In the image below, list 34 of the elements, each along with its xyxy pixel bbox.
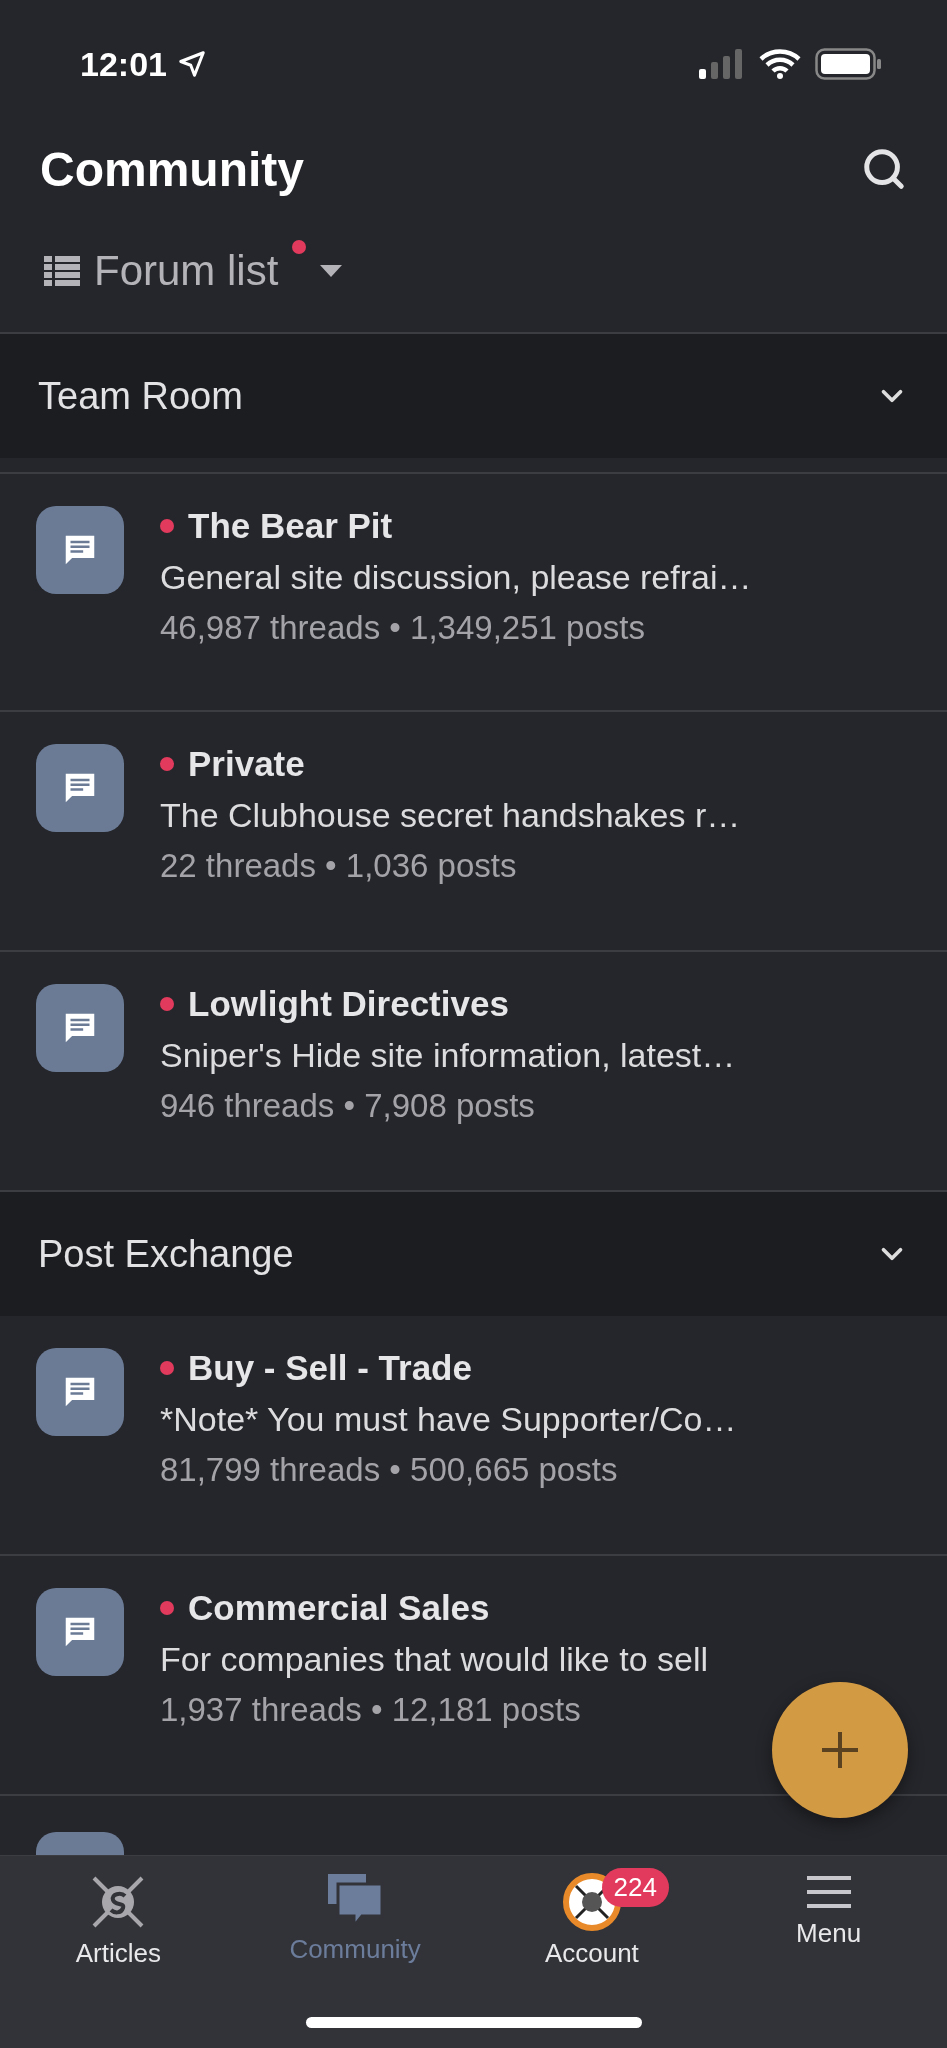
page-title: Community	[40, 141, 304, 197]
signal-icon	[699, 49, 745, 79]
section-title: Team Room	[38, 374, 243, 418]
tab-bar-item[interactable]: Menu	[710, 1856, 947, 1976]
notification-badge: 224	[601, 1868, 669, 1907]
search-icon[interactable]	[861, 146, 907, 192]
caret-icon	[320, 265, 343, 277]
forum-stats: 946 threads • 7,908 posts	[160, 1087, 536, 1125]
forum-title[interactable]: Commercial Sales	[188, 1588, 490, 1628]
forum-description: The Clubhouse secret handshakes r…	[160, 796, 741, 835]
forum-description: For companies that would like to sell	[160, 1640, 709, 1679]
section-header[interactable]: Team Room	[0, 334, 947, 458]
tab-bar-item[interactable]: Articles	[0, 1856, 237, 1976]
forum-title[interactable]: Private	[188, 744, 305, 784]
forum-list-dropdown[interactable]: Forum list	[94, 247, 279, 295]
forum-stats: 81,799 threads • 500,665 posts	[160, 1451, 619, 1489]
forum-stats: 1,937 threads • 12,181 posts	[160, 1691, 582, 1729]
battery-icon	[815, 48, 881, 80]
wifi-icon	[759, 49, 801, 79]
section-title: Post Exchange	[38, 1232, 294, 1276]
tab-bar-item[interactable]: Account 224	[473, 1856, 711, 1976]
forum-title[interactable]: Lowlight Directives	[188, 984, 509, 1024]
forum-title[interactable]: The Bear Pit	[188, 506, 393, 546]
forum-description: Sniper's Hide site information, latest…	[160, 1036, 736, 1075]
forum-title[interactable]: Buy - Sell - Trade	[188, 1348, 472, 1388]
location-arrow-icon	[176, 49, 207, 79]
status-time: 12:01	[80, 44, 167, 84]
forum-description: *Note* You must have Supporter/Co…	[160, 1400, 737, 1439]
forum-stats: 46,987 threads • 1,349,251 posts	[160, 609, 646, 647]
forum-description: General site discussion, please refrai…	[160, 558, 752, 597]
section-header[interactable]: Post Exchange	[0, 1192, 947, 1316]
forum-stats: 22 threads • 1,036 posts	[160, 847, 518, 885]
plus-icon	[820, 1730, 860, 1770]
list-icon	[44, 256, 80, 286]
